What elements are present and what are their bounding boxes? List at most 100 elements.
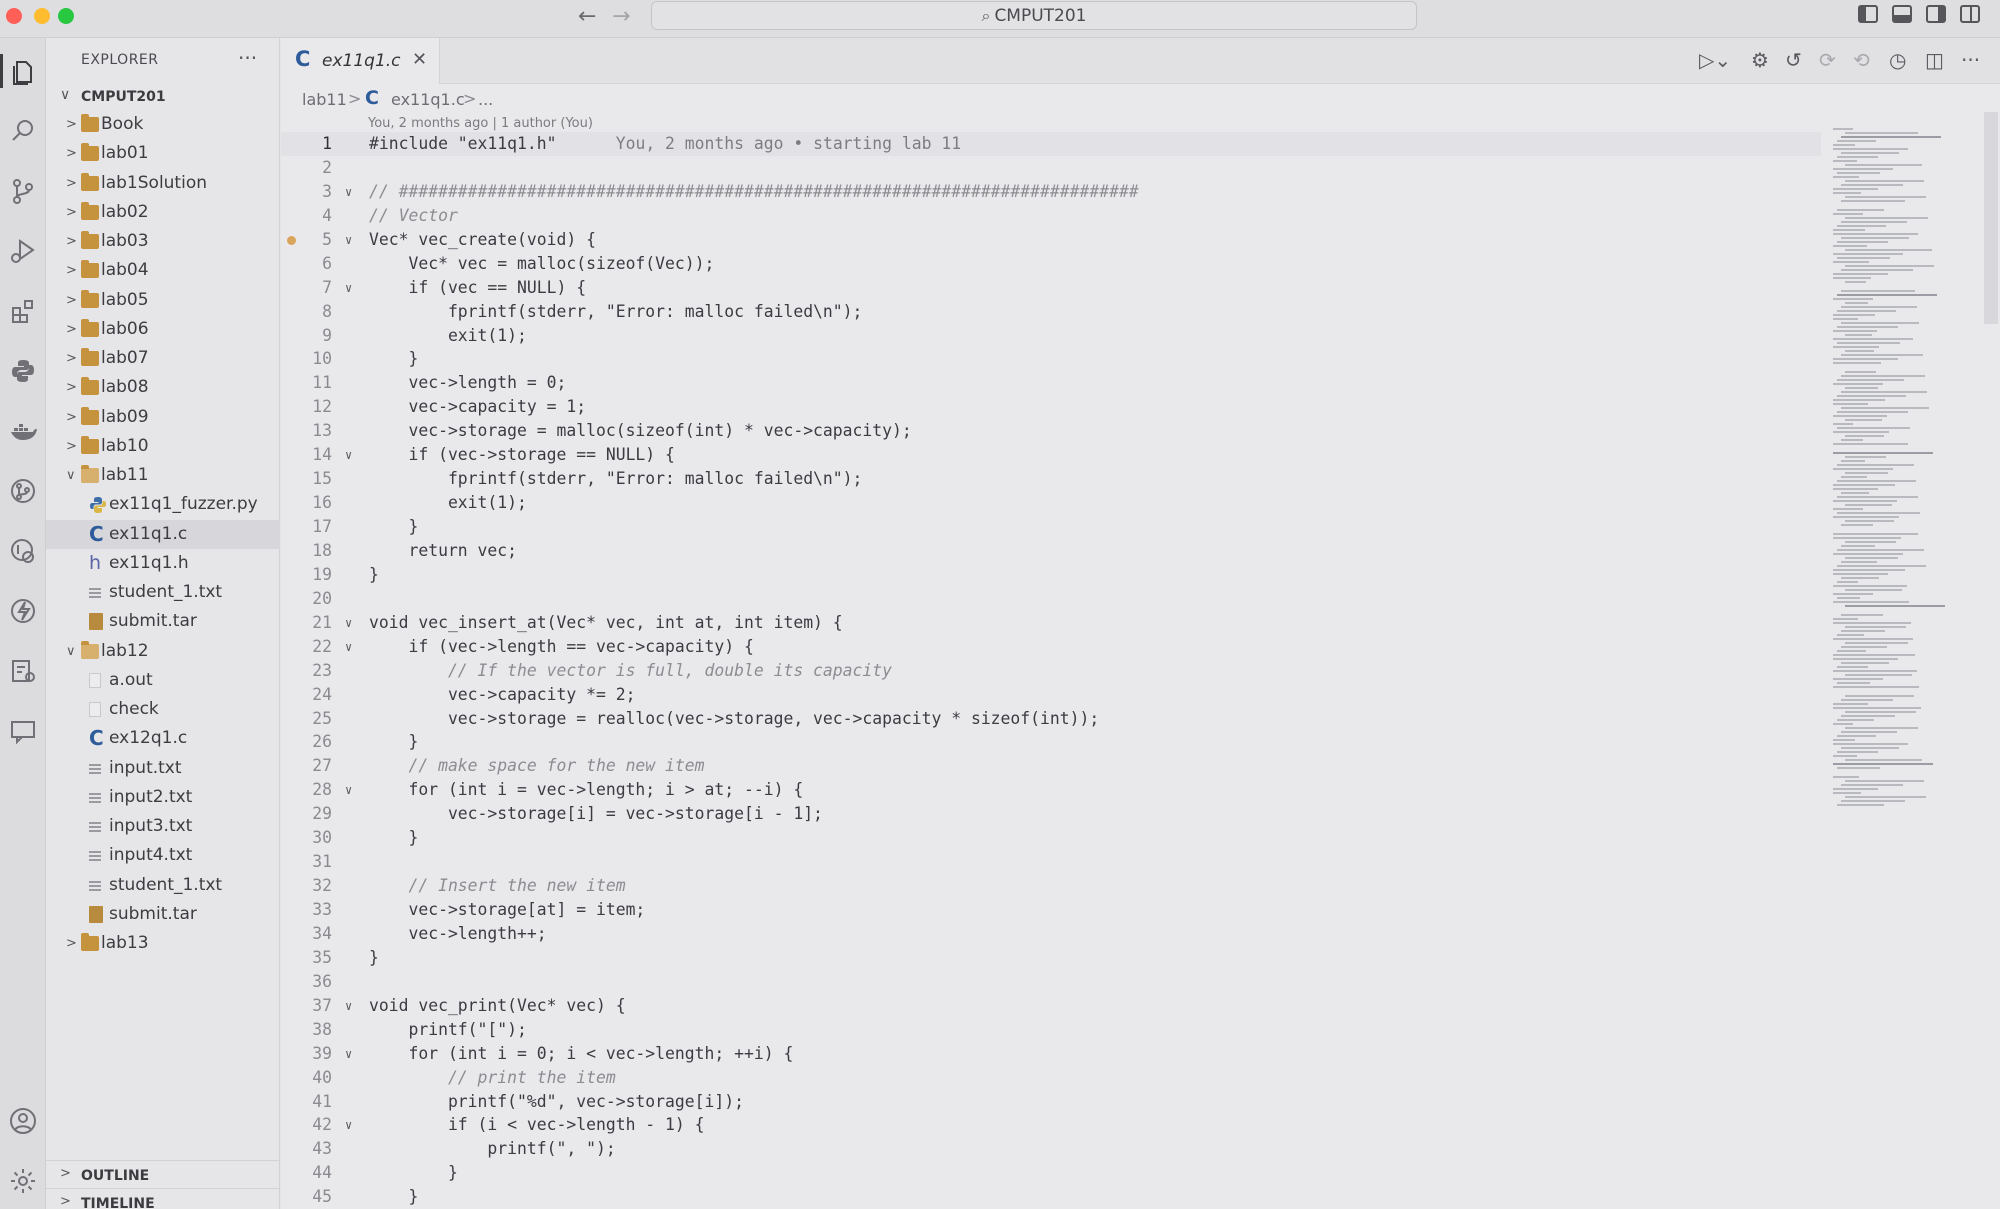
code-line[interactable]: 33 vec->storage[at] = item; [281,898,1821,922]
run-debug-icon[interactable]: ▷⌄ [1699,48,1731,72]
minimap[interactable] [1821,112,1951,832]
toggle-primary-sidebar-icon[interactable] [1858,5,1878,23]
tree-folder[interactable]: > lab07 [46,344,280,373]
code-line[interactable]: 26 } [281,730,1821,754]
tree-folder[interactable]: > Book [46,110,280,139]
tree-folder[interactable]: > lab1Solution [46,169,280,198]
window-maximize-button[interactable] [58,8,74,24]
tree-folder[interactable]: > lab10 [46,432,280,461]
tree-folder[interactable]: > lab13 [46,929,280,958]
tree-folder[interactable]: > lab08 [46,373,280,402]
tree-file[interactable]: student_1.txt [46,578,280,607]
code-line[interactable]: 28 ∨ for (int i = vec->length; i > at; --… [281,778,1821,802]
tree-folder[interactable]: > lab01 [46,139,280,168]
code-line[interactable]: 15 fprintf(stderr, "Error: malloc failed… [281,467,1821,491]
window-minimize-button[interactable] [34,8,50,24]
fold-chevron-icon[interactable]: ∨ [345,1113,352,1137]
code-line[interactable]: 1 #include "ex11q1.h" You, 2 months ago •… [281,132,1821,156]
code-line[interactable]: 17 } [281,515,1821,539]
fold-chevron-icon[interactable]: ∨ [345,228,352,252]
back-arrow-icon[interactable]: ← [578,4,596,30]
code-line[interactable]: 18 return vec; [281,539,1821,563]
code-line[interactable]: 30 } [281,826,1821,850]
code-line[interactable]: 37 ∨ void vec_print(Vec* vec) { [281,994,1821,1018]
code-line[interactable]: 3 ∨ // ###################################… [281,180,1821,204]
thunder-client-icon[interactable] [0,588,46,634]
code-line[interactable]: 4 // Vector [281,204,1821,228]
code-line[interactable]: 43 printf(", "); [281,1137,1821,1161]
tree-file[interactable]: input4.txt [46,841,280,870]
code-line[interactable]: 20 [281,587,1821,611]
command-center-search[interactable]: ⌕ CMPUT201 [651,1,1417,30]
tree-folder[interactable]: > lab04 [46,256,280,285]
tree-folder[interactable]: > lab03 [46,227,280,256]
code-line[interactable]: 39 ∨ for (int i = 0; i < vec->length; ++i… [281,1042,1821,1066]
tree-file[interactable]: input3.txt [46,812,280,841]
extensions-icon[interactable] [0,288,46,334]
tree-folder[interactable]: ∨ lab12 [46,637,280,666]
fold-chevron-icon[interactable]: ∨ [345,443,352,467]
code-line[interactable]: 9 exit(1); [281,324,1821,348]
tree-folder[interactable]: > lab02 [46,198,280,227]
breakpoint-hint-dot[interactable] [287,235,296,245]
split-editor-icon[interactable]: ◫ [1925,48,1944,72]
code-line[interactable]: 21 ∨ void vec_insert_at(Vec* vec, int at, … [281,611,1821,635]
code-line[interactable]: 40 // print the item [281,1066,1821,1090]
outline-section-header[interactable]: > OUTLINE [46,1160,280,1188]
git-graph-icon[interactable] [0,468,46,514]
more-actions-icon[interactable]: ··· [1961,48,1980,72]
toggle-secondary-sidebar-icon[interactable] [1926,5,1946,23]
tree-folder[interactable]: ∨ lab11 [46,461,280,490]
testing-icon[interactable] [0,648,46,694]
code-line[interactable]: 44 } [281,1161,1821,1185]
code-line[interactable]: 19} [281,563,1821,587]
source-control-icon[interactable] [0,168,46,214]
tab-ex11q1-c[interactable]: C ex11q1.c ✕ [281,38,440,84]
fold-chevron-icon[interactable]: ∨ [345,276,352,300]
accounts-icon[interactable] [0,1098,46,1144]
code-line[interactable]: 6 Vec* vec = malloc(sizeof(Vec)); [281,252,1821,276]
next-change-icon[interactable]: ⟲ [1853,48,1870,72]
tree-file[interactable]: Cex12q1.c [46,724,280,753]
code-line[interactable]: 45 } [281,1185,1821,1209]
forward-arrow-icon[interactable]: → [612,4,630,30]
code-line[interactable]: 16 exit(1); [281,491,1821,515]
tree-file[interactable]: input.txt [46,754,280,783]
explorer-icon[interactable] [0,48,46,94]
fold-chevron-icon[interactable]: ∨ [345,1042,352,1066]
breadcrumb-file[interactable]: ex11q1.c [391,90,465,109]
git-lens-icon[interactable]: ◷ [1889,48,1906,72]
code-line[interactable]: 22 ∨ if (vec->length == vec->capacity) { [281,635,1821,659]
fold-chevron-icon[interactable]: ∨ [345,635,352,659]
code-line[interactable]: 42 ∨ if (i < vec->length - 1) { [281,1113,1821,1137]
tree-folder[interactable]: > lab09 [46,403,280,432]
code-line[interactable]: 29 vec->storage[i] = vec->storage[i - 1]… [281,802,1821,826]
fold-chevron-icon[interactable]: ∨ [345,180,352,204]
tree-file[interactable]: submit.tar [46,607,280,636]
blame-codelens[interactable]: You, 2 months ago | 1 author (You) [368,116,593,131]
code-line[interactable]: 13 vec->storage = malloc(sizeof(int) * v… [281,419,1821,443]
code-line[interactable]: 23 // If the vector is full, double its … [281,659,1821,683]
code-line[interactable]: 11 vec->length = 0; [281,371,1821,395]
toggle-panel-icon[interactable] [1892,5,1912,23]
customize-layout-icon[interactable] [1960,5,1980,23]
code-line[interactable]: 41 printf("%d", vec->storage[i]); [281,1090,1821,1114]
tree-file[interactable]: input2.txt [46,783,280,812]
code-line[interactable]: 27 // make space for the new item [281,754,1821,778]
code-line[interactable]: 31 [281,850,1821,874]
vertical-scrollbar[interactable] [1984,112,1998,324]
tree-file[interactable]: Cex11q1.c [46,519,280,549]
code-line[interactable]: 12 vec->capacity = 1; [281,395,1821,419]
code-line[interactable]: 36 [281,970,1821,994]
code-line[interactable]: 10 } [281,347,1821,371]
search-icon[interactable] [0,108,46,154]
tree-file[interactable]: submit.tar [46,900,280,929]
window-close-button[interactable] [6,8,22,24]
workspace-header[interactable]: ∨ CMPUT201 [46,84,280,110]
tree-folder[interactable]: > lab05 [46,286,280,315]
fold-chevron-icon[interactable]: ∨ [345,611,352,635]
code-line[interactable]: 32 // Insert the new item [281,874,1821,898]
code-line[interactable]: 14 ∨ if (vec->storage == NULL) { [281,443,1821,467]
code-line[interactable]: 35} [281,946,1821,970]
code-line[interactable]: 7 ∨ if (vec == NULL) { [281,276,1821,300]
